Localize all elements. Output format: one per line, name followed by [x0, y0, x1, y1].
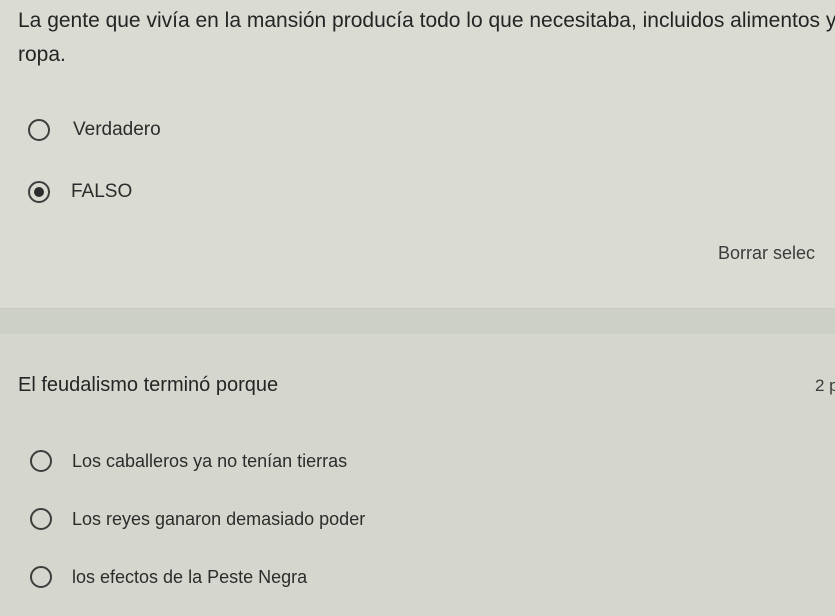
- question-card-1: La gente que vivía en la mansión producí…: [0, 0, 835, 308]
- question-2-title: El feudalismo terminó porque: [18, 374, 279, 396]
- section-divider: [0, 308, 835, 336]
- option-peste-negra[interactable]: los efectos de la Peste Negra: [30, 566, 307, 588]
- clear-selection-button[interactable]: Borrar selec: [718, 243, 815, 264]
- option-label: Los reyes ganaron demasiado poder: [72, 508, 366, 529]
- question-1-title: La gente que vivía en la mansión producí…: [18, 9, 835, 66]
- option-label: Los caballeros ya no tenían tierras: [72, 450, 348, 471]
- radio-unchecked-icon[interactable]: [30, 566, 52, 588]
- points-badge: 2 p: [815, 376, 835, 395]
- option-reyes[interactable]: Los reyes ganaron demasiado poder: [30, 508, 365, 530]
- option-label: los efectos de la Peste Negra: [72, 566, 308, 587]
- option-falso[interactable]: FALSO: [28, 181, 132, 203]
- option-label: Verdadero: [73, 119, 161, 140]
- radio-unchecked-icon[interactable]: [30, 508, 52, 530]
- radio-unchecked-icon[interactable]: [30, 450, 52, 472]
- radio-unchecked-icon[interactable]: [28, 119, 50, 141]
- option-verdadero[interactable]: Verdadero: [28, 119, 161, 141]
- radio-checked-icon[interactable]: [28, 181, 50, 203]
- option-caballeros[interactable]: Los caballeros ya no tenían tierras: [30, 450, 347, 472]
- option-label: FALSO: [71, 181, 133, 202]
